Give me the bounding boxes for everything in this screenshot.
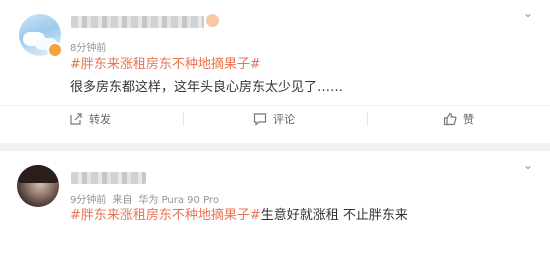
share-icon: [70, 113, 82, 125]
chevron-down-icon[interactable]: ⌄: [523, 158, 533, 172]
chevron-down-icon[interactable]: ⌄: [523, 6, 533, 20]
separator: [367, 112, 368, 126]
share-label: 转发: [89, 113, 111, 126]
share-button[interactable]: 转发: [69, 111, 111, 127]
comment-button[interactable]: 评论: [253, 111, 295, 127]
hashtag-link[interactable]: #胖东来涨租房东不种地摘果子#: [70, 57, 261, 73]
post-time: 8分钟前: [70, 43, 107, 54]
avatar[interactable]: [17, 165, 59, 207]
hashtag-link[interactable]: #胖东来涨租房东不种地摘果子#: [70, 208, 261, 223]
post-card-1: ⌄ 8分钟前 #胖东来涨租房东不种地摘果子# 很多房东都这样，这年头良心房东太少…: [0, 0, 550, 143]
username-blurred[interactable]: [71, 16, 204, 28]
post-time: 9分钟前: [70, 195, 107, 206]
source-prefix: 来自: [112, 195, 133, 206]
post-source: 华为 Pura 90 Pro: [138, 195, 219, 206]
user-level-icon: [206, 14, 219, 27]
verified-badge-icon: [47, 42, 63, 58]
post-content: 很多房东都这样，这年头良心房东太少见了……: [70, 80, 344, 95]
comment-icon: [253, 113, 267, 126]
post-meta: 9分钟前 来自 华为 Pura 90 Pro: [70, 191, 225, 206]
divider: [0, 105, 550, 106]
post-content: 生意好就涨租 不止胖东来: [260, 208, 408, 223]
username-blurred[interactable]: [71, 172, 146, 184]
like-button[interactable]: 赞: [443, 111, 474, 127]
post-content-line: #胖东来涨租房东不种地摘果子#生意好就涨租 不止胖东来: [70, 208, 408, 224]
comment-label: 评论: [273, 113, 295, 126]
separator: [183, 112, 184, 126]
like-label: 赞: [463, 113, 474, 126]
thumbs-up-icon: [443, 112, 457, 126]
